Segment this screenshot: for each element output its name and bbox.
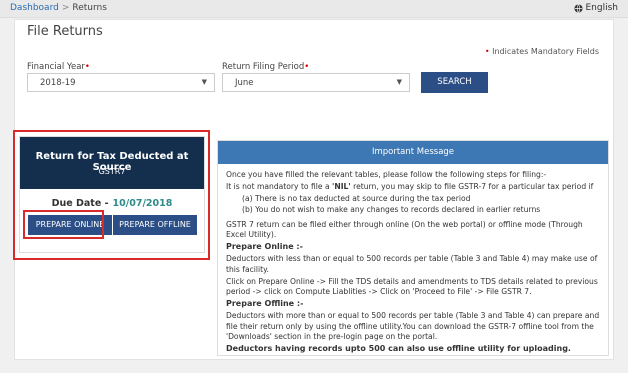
important-message-header: Important Message: [218, 141, 608, 164]
breadcrumb-dashboard-link[interactable]: Dashboard: [10, 3, 59, 13]
prepare-online-highlight-box: [23, 210, 104, 239]
period-label: Return Filing Period•: [222, 62, 309, 72]
message-intro: Once you have filled the relevant tables…: [226, 170, 547, 179]
tile-highlight-box: [13, 130, 210, 260]
condition-a: (a) There is no tax deducted at source d…: [242, 194, 471, 204]
breadcrumb: Dashboard > Returns: [10, 3, 107, 13]
mandatory-note: • Indicates Mandatory Fields: [485, 47, 599, 56]
online-para-2: Click on Prepare Online -> Fill the TDS …: [226, 276, 598, 297]
nil-rule-post: return, you may skip to file GSTR-7 for …: [350, 182, 594, 192]
chevron-down-icon: ▼: [201, 78, 207, 86]
search-button[interactable]: SEARCH: [421, 72, 488, 93]
required-mark: •: [84, 62, 90, 72]
financial-year-select[interactable]: 2018-19 ▼: [27, 73, 215, 92]
financial-year-label-text: Financial Year: [27, 62, 85, 72]
chevron-down-icon: ▼: [396, 78, 402, 86]
file-returns-card: File Returns • Indicates Mandatory Field…: [13, 19, 614, 360]
page-title: File Returns: [27, 24, 103, 39]
nil-word: 'NIL': [332, 182, 351, 192]
breadcrumb-current: Returns: [72, 3, 107, 13]
message-final-note: Deductors having records upto 500 can al…: [226, 344, 571, 354]
nil-rule-pre: It is not mandatory to file a: [226, 182, 333, 192]
important-message-panel: Important Message Once you have filled t…: [217, 140, 609, 356]
important-message-body: Once you have filled the relevant tables…: [226, 170, 604, 356]
financial-year-value: 2018-19: [40, 78, 76, 88]
mandatory-note-text: Indicates Mandatory Fields: [492, 47, 599, 56]
globe-icon: [573, 3, 583, 13]
financial-year-label: Financial Year•: [27, 62, 90, 72]
period-label-text: Return Filing Period: [222, 62, 305, 72]
message-modes: GSTR 7 return can be filed either throug…: [226, 219, 583, 240]
language-selector[interactable]: English: [573, 3, 619, 13]
message-nil-rule: It is not mandatory to file a 'NIL' retu…: [226, 182, 604, 192]
condition-b: (b) You do not wish to make any changes …: [242, 204, 541, 214]
offline-heading: Prepare Offline :-: [226, 299, 304, 309]
online-para-1: Deductors with less than or equal to 500…: [226, 254, 598, 274]
breadcrumb-separator: >: [61, 3, 70, 13]
period-select[interactable]: June ▼: [222, 73, 410, 92]
required-mark: •: [304, 62, 310, 72]
required-mark: •: [484, 47, 490, 56]
language-label: English: [585, 3, 619, 13]
period-value: June: [235, 78, 254, 88]
online-heading: Prepare Online :-: [226, 242, 303, 252]
offline-para-1: Deductors with more than or equal to 500…: [226, 311, 600, 341]
top-bar: Dashboard > Returns English: [0, 0, 628, 18]
